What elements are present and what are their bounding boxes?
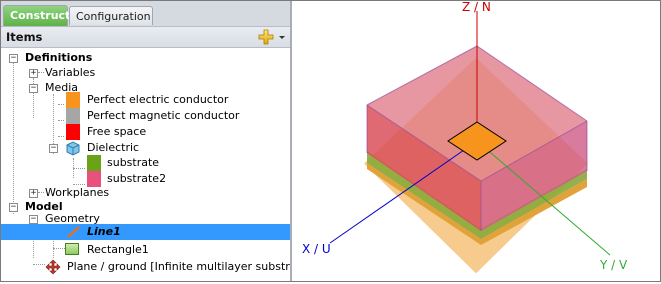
tree-label: substrate [107,156,160,169]
axis-x-label: X / U [302,242,331,256]
tree-item-dielectric[interactable]: − Dielectric [1,140,290,156]
items-title: Items [6,30,43,44]
tab-configuration[interactable]: Configuration [69,6,153,25]
tree-item-pmc[interactable]: Perfect magnetic conductor [1,108,290,124]
collapse-icon[interactable]: − [29,215,38,224]
tree-label: Plane / ground [Infinite multilayer subs… [67,260,312,273]
tree-label: Line1 [87,225,121,238]
tree-item-pec[interactable]: Perfect electric conductor [1,92,290,108]
construct-panel: Construct Configuration Items − Definiti… [1,1,312,281]
tree-label: Dielectric [87,141,140,154]
tree-label: Free space [87,125,147,138]
items-header: Items [1,26,290,48]
chevron-down-icon [279,36,285,39]
tree-label: Perfect magnetic conductor [87,109,240,122]
collapse-icon[interactable]: − [49,144,58,153]
tab-bar: Construct Configuration [1,1,290,26]
tree-label: Perfect electric conductor [87,93,229,106]
tree-item-definitions[interactable]: − Definitions [1,50,290,66]
collapse-icon[interactable]: − [9,54,18,63]
add-plus-icon [258,29,285,45]
tree-item-free-space[interactable]: Free space [1,124,290,140]
tree-item-variables[interactable]: + Variables [1,65,290,81]
3d-scene: Z / N X / U Y / V [302,0,628,274]
model-tree: − Definitions + Variables − Media Perfec… [1,48,312,281]
add-item-button[interactable] [258,29,286,45]
tree-label: Variables [45,66,96,79]
tree-label: Rectangle1 [87,243,149,256]
tree-item-rectangle1[interactable]: Rectangle1 [1,242,290,258]
expand-icon[interactable]: + [29,69,38,78]
tab-construct[interactable]: Construct [3,5,70,26]
tree-item-plane-ground[interactable]: Plane / ground [Infinite multilayer subs… [1,259,312,275]
3d-viewport[interactable]: Z / N X / U Y / V [292,0,660,281]
medium-color-swatch [66,108,80,124]
tree-item-substrate[interactable]: substrate [1,155,290,171]
expand-icon[interactable]: + [29,189,38,198]
tree-item-line1[interactable]: Line1 [1,224,290,240]
medium-color-swatch [87,155,101,171]
axis-z-label: Z / N [462,1,491,14]
medium-color-swatch [66,124,80,140]
rectangle-icon [65,243,79,255]
editor-window: Construct Configuration Items − Definiti… [0,0,661,282]
medium-color-swatch [66,92,80,108]
axis-y-label: Y / V [599,258,628,272]
tree-label: Definitions [25,51,93,64]
move-arrows-icon [45,259,61,280]
